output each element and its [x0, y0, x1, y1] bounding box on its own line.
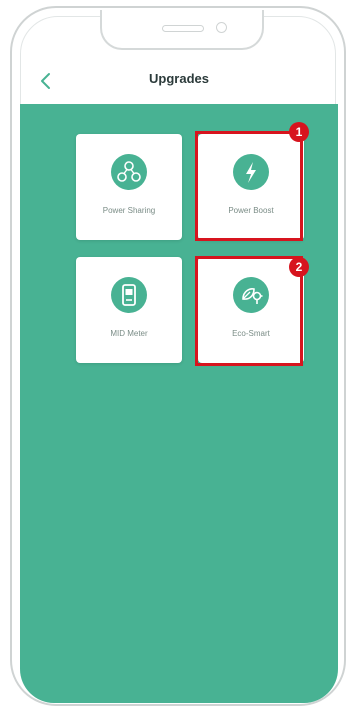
tile-label: Power Sharing: [102, 206, 156, 215]
camera-icon: [216, 22, 227, 33]
highlight-box-eco-smart: [195, 256, 303, 366]
speaker-icon: [162, 25, 204, 32]
network-icon: [111, 154, 147, 190]
tile-power-sharing[interactable]: Power Sharing: [76, 134, 182, 240]
callout-badge-2: 2: [289, 257, 309, 277]
phone-notch: [100, 10, 264, 50]
page-title: Upgrades: [149, 71, 209, 86]
highlight-box-power-boost: [195, 131, 303, 241]
app-header: Upgrades: [20, 62, 338, 100]
tile-mid-meter[interactable]: MID Meter: [76, 257, 182, 363]
meter-icon: [111, 277, 147, 313]
callout-badge-1: 1: [289, 122, 309, 142]
tile-label: MID Meter: [110, 329, 148, 338]
